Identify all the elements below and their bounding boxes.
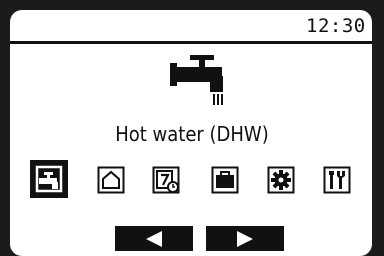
menu-item-service[interactable] bbox=[323, 166, 351, 194]
previous-button[interactable] bbox=[115, 226, 193, 251]
tap-icon bbox=[170, 55, 223, 105]
house-icon bbox=[97, 166, 125, 194]
page-title: Hot water (DHW) bbox=[115, 122, 269, 146]
clock-display: 12:30 bbox=[306, 15, 366, 37]
wrench-screwdriver-icon bbox=[323, 166, 351, 194]
suitcase-icon bbox=[211, 166, 239, 194]
menu-item-heating[interactable] bbox=[97, 166, 125, 194]
right-arrow-icon bbox=[237, 231, 253, 247]
left-arrow-icon bbox=[146, 231, 162, 247]
gear-icon bbox=[267, 166, 295, 194]
next-button[interactable] bbox=[206, 226, 284, 251]
menu-item-settings[interactable] bbox=[267, 166, 295, 194]
menu-item-hot-water[interactable] bbox=[30, 160, 68, 198]
tap-icon bbox=[35, 165, 63, 193]
menu-item-holiday[interactable] bbox=[211, 166, 239, 194]
menu-item-schedule[interactable] bbox=[152, 166, 180, 194]
header-divider bbox=[10, 41, 372, 44]
calendar-clock-icon bbox=[152, 166, 180, 194]
